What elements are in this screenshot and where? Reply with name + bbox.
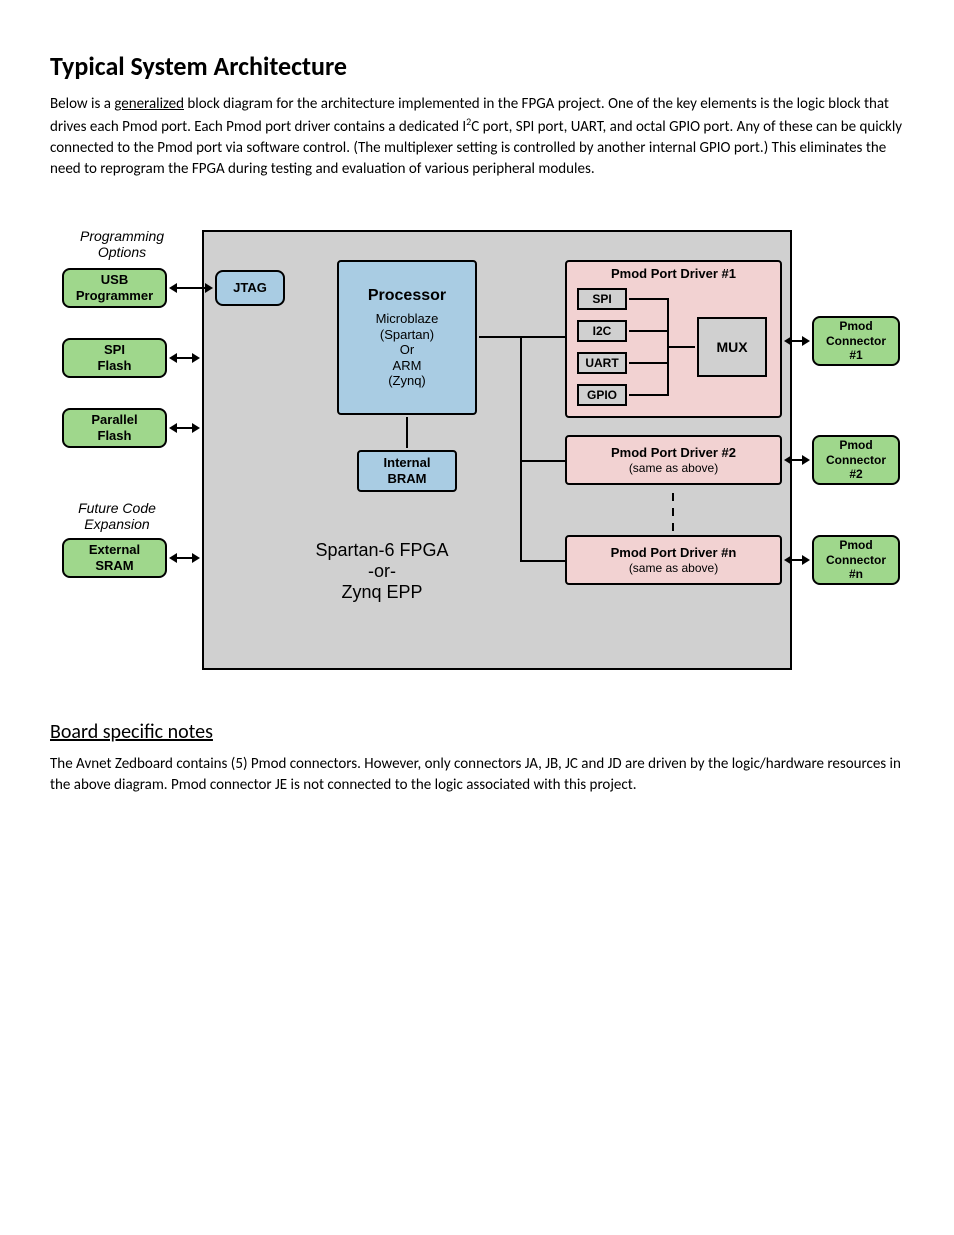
line-bus-driver1 — [520, 336, 565, 338]
l-spi-h — [629, 298, 669, 300]
arrow-driver1-conn1 — [786, 340, 808, 342]
arrow-parallel-flash — [171, 427, 198, 429]
processor-title: Processor — [368, 286, 446, 305]
l-uart-h — [629, 362, 669, 364]
dash-3 — [672, 523, 674, 531]
jtag-box: JTAG — [215, 270, 285, 306]
pmod-driver-2: Pmod Port Driver #2 (same as above) — [565, 435, 782, 485]
notes-heading: Board specific notes — [50, 720, 904, 744]
parallel-flash-box: Parallel Flash — [62, 408, 167, 448]
arrow-drivern-connn — [786, 559, 808, 561]
arrow-sram — [171, 557, 198, 559]
line-proc-bram — [406, 417, 408, 448]
intro-paragraph: Below is a generalized block diagram for… — [50, 94, 904, 180]
pmod-connector-n: Pmod Connector #n — [812, 535, 900, 585]
spi-flash-box: SPI Flash — [62, 338, 167, 378]
gpio-box: GPIO — [577, 384, 627, 406]
line-bus-drivern — [520, 560, 565, 562]
l-gpio-h — [629, 394, 669, 396]
mux-box: MUX — [697, 317, 767, 377]
dash-1 — [672, 493, 674, 501]
external-sram-box: External SRAM — [62, 538, 167, 578]
line-bus-v — [520, 336, 522, 561]
uart-box: UART — [577, 352, 627, 374]
l-to-mux — [667, 346, 695, 348]
arrow-usb-jtag — [171, 287, 211, 289]
driver2-sub: (same as above) — [629, 461, 718, 475]
pmod-connector-2: Pmod Connector #2 — [812, 435, 900, 485]
internal-bram-box: Internal BRAM — [357, 450, 457, 492]
fpga-caption: Spartan-6 FPGA -or- Zynq EPP — [282, 540, 482, 603]
drivern-title: Pmod Port Driver #n — [611, 545, 737, 561]
line-proc-bus-h — [479, 336, 522, 338]
i2c-box: I2C — [577, 320, 627, 342]
line-bus-driver2 — [520, 460, 565, 462]
programming-options-label: Programming Options — [62, 228, 182, 260]
spi-box: SPI — [577, 288, 627, 310]
processor-body: Microblaze (Spartan) Or ARM (Zynq) — [376, 311, 439, 389]
processor-box: Processor Microblaze (Spartan) Or ARM (Z… — [337, 260, 477, 415]
drivern-sub: (same as above) — [629, 561, 718, 575]
future-code-label: Future Code Expansion — [62, 500, 172, 532]
pmod-connector-1: Pmod Connector #1 — [812, 316, 900, 366]
intro-generalized: generalized — [114, 95, 184, 113]
l-i2c-h — [629, 330, 669, 332]
driver2-title: Pmod Port Driver #2 — [611, 445, 736, 461]
notes-body: The Avnet Zedboard contains (5) Pmod con… — [50, 754, 904, 796]
architecture-diagram: Programming Options USB Programmer SPI F… — [52, 220, 902, 680]
usb-programmer-box: USB Programmer — [62, 268, 167, 308]
pmod-driver-n: Pmod Port Driver #n (same as above) — [565, 535, 782, 585]
arrow-spi-flash — [171, 357, 198, 359]
driver1-title: Pmod Port Driver #1 — [567, 266, 780, 282]
pmod-driver-1: Pmod Port Driver #1 SPI I2C UART GPIO MU… — [565, 260, 782, 418]
page-title: Typical System Architecture — [50, 50, 904, 82]
arrow-driver2-conn2 — [786, 459, 808, 461]
intro-text-1: Below is a — [50, 95, 114, 113]
dash-2 — [672, 508, 674, 516]
